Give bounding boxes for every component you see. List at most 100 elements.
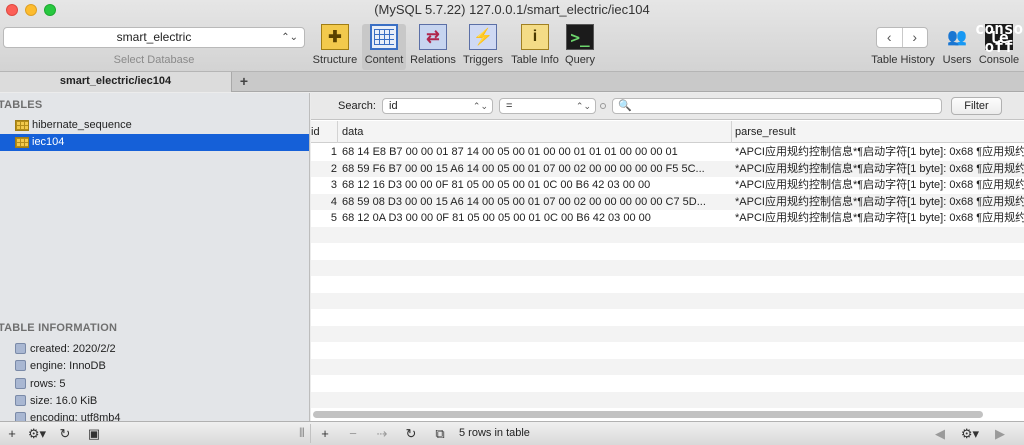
previous-page-icon[interactable]: ◀: [928, 425, 952, 442]
bottom-bar: + ⚙▾ ↻ ▣ ||| + − ⇢ ↻ ⧉ 5 rows in table ◀…: [0, 421, 1024, 445]
table-history-label: Table History: [871, 54, 935, 66]
cell-id[interactable]: 1: [311, 144, 337, 160]
edit-sheet-icon[interactable]: ⧉: [428, 425, 452, 442]
table-information-header: TABLE INFORMATION: [0, 322, 118, 334]
sidebar-table-iec104[interactable]: iec104: [0, 134, 309, 151]
cell-data[interactable]: 68 59 F6 B7 00 00 15 A6 14 00 05 00 01 0…: [342, 161, 730, 177]
table-body: 1 68 14 E8 B7 00 00 01 87 14 00 05 00 01…: [311, 144, 1024, 408]
empty-row: [311, 243, 1024, 260]
info-rows: rows: 5: [15, 375, 65, 392]
users-icon: 👥: [947, 29, 967, 46]
next-page-icon[interactable]: ▶: [988, 425, 1012, 442]
cell-id[interactable]: 3: [311, 177, 337, 193]
relations-button[interactable]: ⇄ Relations: [409, 24, 457, 70]
cell-id[interactable]: 2: [311, 161, 337, 177]
filter-field-select[interactable]: id ⌃⌄: [382, 98, 493, 114]
console-button[interactable]: conso le off Console: [975, 20, 1023, 70]
table-info-button[interactable]: i Table Info: [509, 24, 561, 70]
remove-row-button[interactable]: −: [341, 425, 365, 442]
cell-parse-result[interactable]: *APCI应用规约控制信息*¶启动字符[1 byte]: 0x68 ¶应用规约数: [735, 194, 1024, 210]
add-tab-button[interactable]: +: [234, 72, 254, 92]
table-history-button[interactable]: Table History: [869, 48, 937, 68]
filter-bar: Search: id ⌃⌄ = ⌃⌄ 🔍 Filter: [311, 93, 1024, 120]
content-icon: [370, 24, 398, 50]
duplicate-row-icon[interactable]: ⇢: [370, 425, 394, 442]
info-encoding: encoding: utf8mb4: [15, 409, 121, 421]
table-row[interactable]: 4 68 59 08 D3 00 00 15 A6 14 00 05 00 01…: [311, 193, 1024, 210]
sidebar-table-hibernate-sequence[interactable]: hibernate_sequence: [0, 117, 309, 134]
app-window: (MySQL 5.7.22) 127.0.0.1/smart_electric/…: [0, 0, 1024, 445]
triggers-icon: ⚡: [469, 24, 497, 50]
structure-label: Structure: [312, 54, 358, 66]
table-row[interactable]: 2 68 59 F6 B7 00 00 15 A6 14 00 05 00 01…: [311, 160, 1024, 177]
add-row-button[interactable]: +: [313, 425, 337, 442]
column-header-parse-result[interactable]: parse_result: [735, 126, 796, 138]
horizontal-scrollbar[interactable]: [313, 411, 983, 418]
cell-id[interactable]: 5: [311, 210, 337, 226]
table-row[interactable]: 1 68 14 E8 B7 00 00 01 87 14 00 05 00 01…: [311, 144, 1024, 161]
column-divider[interactable]: [337, 121, 338, 143]
table-row[interactable]: 3 68 12 16 D3 00 00 0F 81 05 00 05 00 01…: [311, 177, 1024, 194]
cell-data[interactable]: 68 12 0A D3 00 00 0F 81 05 00 05 00 01 0…: [342, 210, 730, 226]
content-button[interactable]: Content: [362, 24, 406, 70]
table-row[interactable]: 5 68 12 0A D3 00 00 0F 81 05 00 05 00 01…: [311, 210, 1024, 227]
filter-search-input[interactable]: 🔍: [612, 98, 942, 114]
cell-id[interactable]: 4: [311, 194, 337, 210]
empty-row: [311, 375, 1024, 392]
splitter-grip-icon[interactable]: |||: [299, 427, 305, 438]
structure-button[interactable]: ✚ Structure: [311, 24, 359, 70]
column-header-id[interactable]: id: [311, 126, 320, 138]
back-button[interactable]: ‹: [877, 28, 903, 47]
relations-icon: ⇄: [419, 24, 447, 50]
updown-icon: ⌃⌄: [472, 101, 488, 111]
add-table-button[interactable]: +: [0, 425, 24, 442]
database-select[interactable]: smart_electric ⌃⌄: [3, 27, 305, 48]
info-created: created: 2020/2/2: [15, 340, 116, 357]
cell-parse-result[interactable]: *APCI应用规约控制信息*¶启动字符[1 byte]: 0x68 ¶应用规约数: [735, 144, 1024, 160]
triggers-button[interactable]: ⚡ Triggers: [461, 24, 505, 70]
info-bullet-icon: [15, 378, 26, 389]
info-rows-text: rows: 5: [30, 377, 66, 390]
refresh-tables-icon[interactable]: ↻: [53, 425, 77, 442]
empty-row: [311, 309, 1024, 326]
users-button[interactable]: 👥 Users: [940, 24, 974, 70]
window-title: (MySQL 5.7.22) 127.0.0.1/smart_electric/…: [374, 2, 650, 17]
users-label: Users: [942, 54, 972, 66]
info-bullet-icon: [15, 360, 26, 371]
triggers-label: Triggers: [463, 54, 503, 66]
info-bullet-icon: [15, 395, 26, 406]
cell-data[interactable]: 68 59 08 D3 00 00 15 A6 14 00 05 00 01 0…: [342, 194, 730, 210]
relations-label: Relations: [410, 54, 456, 66]
table-header: id data parse_result: [311, 121, 1024, 143]
filter-indicator-icon: [600, 103, 606, 109]
info-size: size: 16.0 KiB: [15, 392, 97, 409]
cell-parse-result[interactable]: *APCI应用规约控制信息*¶启动字符[1 byte]: 0x68 ¶应用规约数: [735, 177, 1024, 193]
structure-icon: ✚: [321, 24, 349, 50]
cell-parse-result[interactable]: *APCI应用规约控制信息*¶启动字符[1 byte]: 0x68 ¶应用规约数: [735, 210, 1024, 226]
cell-data[interactable]: 68 12 16 D3 00 00 0F 81 05 00 05 00 01 0…: [342, 177, 730, 193]
search-icon: 🔍: [618, 100, 632, 112]
column-header-data[interactable]: data: [342, 126, 363, 138]
empty-row: [311, 292, 1024, 309]
toggle-info-icon[interactable]: ▣: [82, 425, 106, 442]
info-size-text: size: 16.0 KiB: [30, 394, 98, 407]
filter-field-value: id: [389, 100, 398, 112]
empty-row: [311, 342, 1024, 359]
tab-smart-electric-iec104[interactable]: smart_electric/iec104: [0, 72, 232, 92]
info-icon: i: [521, 24, 549, 50]
sidebar: TABLES hibernate_sequence iec104 TABLE I…: [0, 93, 310, 421]
cell-parse-result[interactable]: *APCI应用规约控制信息*¶启动字符[1 byte]: 0x68 ¶应用规约数: [735, 161, 1024, 177]
info-created-text: created: 2020/2/2: [30, 342, 116, 355]
filter-operator-select[interactable]: = ⌃⌄: [499, 98, 596, 114]
filter-button[interactable]: Filter: [951, 97, 1002, 115]
toolbar: (MySQL 5.7.22) 127.0.0.1/smart_electric/…: [0, 0, 1024, 72]
cell-data[interactable]: 68 14 E8 B7 00 00 01 87 14 00 05 00 01 0…: [342, 144, 730, 160]
gear-icon[interactable]: ⚙▾: [957, 425, 983, 442]
refresh-icon[interactable]: ↻: [399, 425, 423, 442]
filter-operator-value: =: [506, 100, 513, 112]
query-button[interactable]: >_ Query: [563, 24, 597, 70]
column-divider[interactable]: [731, 121, 732, 143]
terminal-icon: >_: [566, 24, 594, 50]
gear-icon[interactable]: ⚙▾: [26, 425, 48, 442]
forward-button[interactable]: ›: [903, 28, 928, 47]
